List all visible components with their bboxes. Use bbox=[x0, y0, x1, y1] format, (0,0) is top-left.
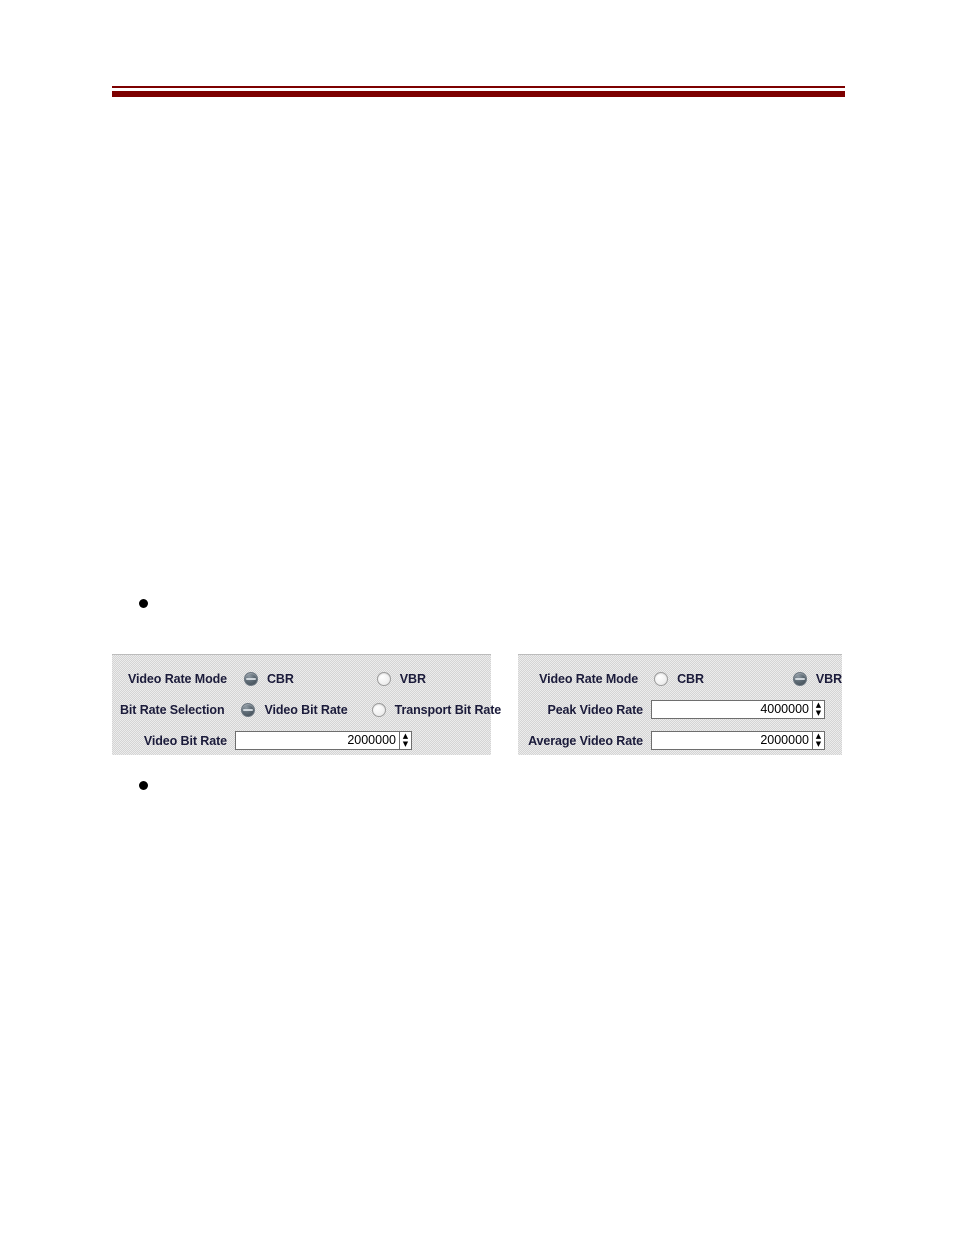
video-bit-rate-spinner[interactable]: 2000000 ▲ ▼ bbox=[235, 731, 412, 750]
radio-video-bit-rate-label: Video Bit Rate bbox=[264, 702, 348, 717]
radio-vbr-label: VBR bbox=[815, 671, 842, 686]
header-rule-thick bbox=[112, 91, 845, 97]
radio-vbr-icon[interactable] bbox=[376, 671, 391, 686]
peak-video-rate-stepper[interactable]: ▲ ▼ bbox=[812, 701, 824, 718]
label-video-bit-rate: Video Bit Rate bbox=[143, 733, 227, 748]
bullet-marker-1 bbox=[139, 599, 148, 608]
header-divider bbox=[112, 86, 845, 97]
chevron-up-icon[interactable]: ▲ bbox=[400, 732, 411, 741]
label-peak-video-rate: Peak Video Rate bbox=[547, 702, 643, 717]
radio-option-vbr[interactable]: VBR bbox=[376, 671, 426, 686]
radio-option-cbr-vbr-panel[interactable]: CBR bbox=[654, 671, 704, 686]
label-average-video-rate: Average Video Rate bbox=[528, 733, 643, 748]
label-bit-rate-selection: Bit Rate Selection bbox=[120, 702, 225, 717]
row-video-bit-rate: Video Bit Rate 2000000 ▲ ▼ bbox=[112, 725, 491, 756]
radio-transport-bit-rate-label: Transport Bit Rate bbox=[394, 702, 502, 717]
radio-option-cbr[interactable]: CBR bbox=[244, 671, 294, 686]
chevron-down-icon[interactable]: ▼ bbox=[813, 710, 824, 719]
radio-option-vbr-vbr-panel[interactable]: VBR bbox=[792, 671, 842, 686]
radio-option-video-bit-rate[interactable]: Video Bit Rate bbox=[241, 702, 348, 717]
radio-video-bit-rate-icon[interactable] bbox=[241, 702, 256, 717]
chevron-up-icon[interactable]: ▲ bbox=[813, 701, 824, 710]
video-bit-rate-stepper[interactable]: ▲ ▼ bbox=[399, 732, 411, 749]
row-bit-rate-selection: Bit Rate Selection Video Bit Rate Transp… bbox=[112, 694, 501, 725]
chevron-up-icon[interactable]: ▲ bbox=[813, 732, 824, 741]
average-video-rate-stepper[interactable]: ▲ ▼ bbox=[812, 732, 824, 749]
row-peak-video-rate: Peak Video Rate 4000000 ▲ ▼ bbox=[518, 694, 842, 725]
video-rate-cbr-panel: Video Rate Mode CBR VBR Bit Rate Selecti… bbox=[112, 654, 501, 756]
row-average-video-rate: Average Video Rate 2000000 ▲ ▼ bbox=[518, 725, 842, 756]
chevron-down-icon[interactable]: ▼ bbox=[400, 741, 411, 750]
average-video-rate-input[interactable]: 2000000 bbox=[652, 732, 812, 749]
radio-option-transport-bit-rate[interactable]: Transport Bit Rate bbox=[371, 702, 502, 717]
radio-transport-bit-rate-icon[interactable] bbox=[371, 702, 386, 717]
peak-video-rate-spinner[interactable]: 4000000 ▲ ▼ bbox=[651, 700, 825, 719]
row-video-rate-mode-vbr: Video Rate Mode CBR VBR bbox=[518, 663, 842, 694]
radio-vbr-icon[interactable] bbox=[792, 671, 807, 686]
chevron-down-icon[interactable]: ▼ bbox=[813, 741, 824, 750]
bullet-marker-2 bbox=[139, 781, 148, 790]
peak-video-rate-input[interactable]: 4000000 bbox=[652, 701, 812, 718]
radio-cbr-label: CBR bbox=[677, 671, 704, 686]
radio-cbr-icon[interactable] bbox=[654, 671, 669, 686]
video-rate-vbr-panel: Video Rate Mode CBR VBR Peak Video Rate … bbox=[518, 654, 842, 755]
video-bit-rate-input[interactable]: 2000000 bbox=[236, 732, 399, 749]
average-video-rate-spinner[interactable]: 2000000 ▲ ▼ bbox=[651, 731, 825, 750]
row-video-rate-mode: Video Rate Mode CBR VBR bbox=[112, 663, 491, 694]
label-video-rate-mode: Video Rate Mode bbox=[128, 671, 227, 686]
radio-vbr-label: VBR bbox=[399, 671, 426, 686]
radio-cbr-icon[interactable] bbox=[244, 671, 258, 686]
radio-cbr-label: CBR bbox=[267, 671, 294, 686]
label-video-rate-mode-vbr: Video Rate Mode bbox=[539, 671, 639, 686]
